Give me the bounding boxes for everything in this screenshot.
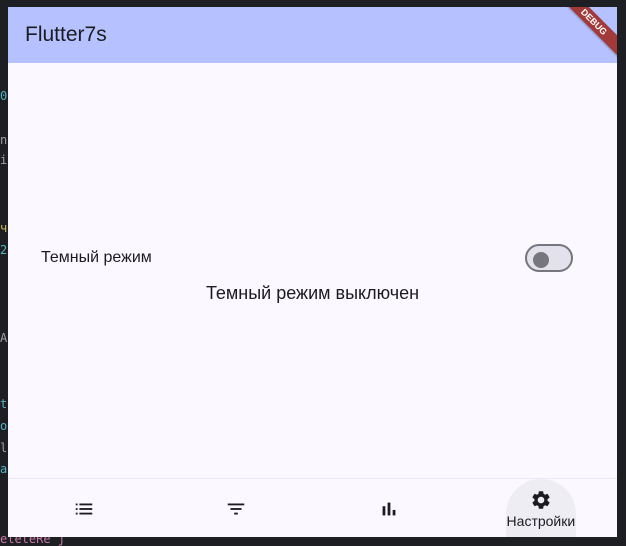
dark-mode-label: Темный режим [41,249,152,266]
ide-text-fragment: o [0,419,8,433]
ide-text-fragment: n [0,133,8,147]
ide-text-fragment: i [0,153,8,167]
gear-icon [532,490,550,509]
dark-mode-status-text: Темный режим выключен [205,283,420,303]
filter-icon [228,503,245,514]
nav-item-stats[interactable] [313,479,465,537]
dark-mode-setting-row: Темный режим [41,243,573,273]
ide-text-fragment: A [0,331,8,345]
nav-label-settings: Настройки [506,512,576,529]
ide-text-fragment: 2 [0,243,8,257]
ide-text-fragment: ч [0,221,8,235]
nav-item-settings[interactable]: Настройки [465,479,617,537]
page-title: Flutter7s [25,23,107,46]
bar-chart-icon [382,502,396,515]
app-bar: Flutter7s [8,7,617,63]
ide-text-fragment: t [0,397,8,411]
list-icon [75,503,93,514]
nav-item-filter[interactable] [160,479,312,537]
switch-thumb [533,252,549,268]
ide-text-fragment: l [0,441,8,455]
dark-mode-switch[interactable] [525,244,573,272]
bottom-navigation-bar: Настройки [8,478,617,537]
app-window: Flutter7s DEBUG Темный режим Темный режи… [8,7,617,537]
ide-text-fragment: a [0,462,8,476]
nav-item-list[interactable] [8,479,160,537]
ide-text-fragment: 0 [0,89,8,103]
